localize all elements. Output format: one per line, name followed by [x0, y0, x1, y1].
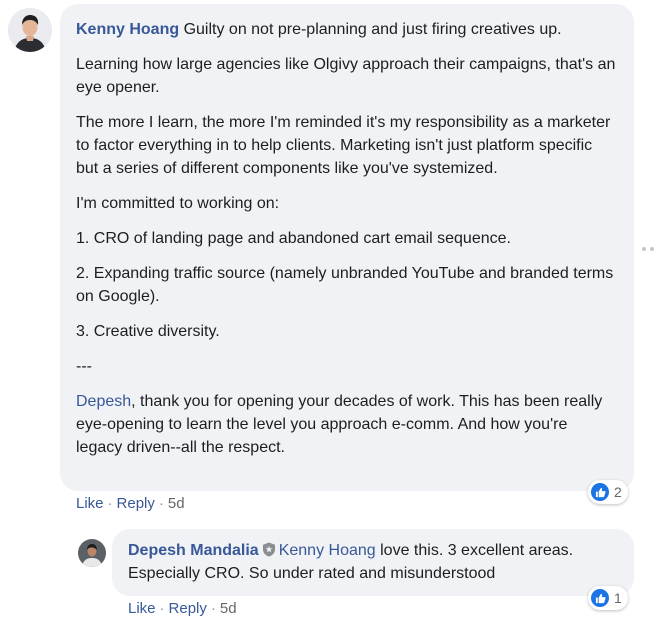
reply-actions: Like · Reply · 5d: [128, 600, 237, 617]
timestamp[interactable]: 5d: [168, 495, 185, 512]
comment-bubble: Kenny Hoang Guilty on not pre-planning a…: [60, 4, 634, 491]
separator: ·: [210, 600, 216, 617]
comment-paragraph: ---: [76, 358, 92, 375]
shield-badge-icon: [262, 541, 276, 557]
comment-paragraph: 1. CRO of landing page and abandoned car…: [76, 230, 511, 247]
reply-author-name[interactable]: Depesh Mandalia: [128, 542, 259, 559]
reaction-count: 1: [614, 590, 622, 606]
like-button[interactable]: Like: [76, 495, 104, 512]
depesh-mandalia-avatar[interactable]: [78, 539, 106, 567]
separator: ·: [107, 495, 113, 512]
reply-mention-link[interactable]: Kenny Hoang: [279, 542, 376, 559]
reply-bubble: Depesh Mandalia Kenny Hoang love this. 3 …: [112, 529, 634, 596]
comment-first-line-text: Guilty on not pre-planning and just firi…: [179, 21, 562, 38]
comment-actions: Like · Reply · 5d: [76, 495, 185, 512]
comment-paragraph: 2. Expanding traffic source (namely unbr…: [76, 265, 614, 305]
separator: ·: [158, 495, 164, 512]
comment-paragraph: Learning how large agencies like Olgivy …: [76, 56, 616, 96]
reaction-count: 2: [614, 484, 622, 500]
comment-paragraph: The more I learn, the more I'm reminded …: [76, 114, 611, 177]
like-button[interactable]: Like: [128, 600, 156, 617]
comment-first-line: Kenny Hoang Guilty on not pre-planning a…: [76, 18, 618, 41]
comment-reactions-badge[interactable]: 2: [588, 480, 628, 504]
reply-button[interactable]: Reply: [117, 495, 155, 512]
more-options-icon[interactable]: [642, 247, 656, 253]
separator: ·: [159, 600, 165, 617]
reply-reactions-badge[interactable]: 1: [588, 586, 628, 610]
comment-paragraph: I'm committed to working on:: [76, 195, 280, 212]
reply-text-block: Depesh Mandalia Kenny Hoang love this. 3 …: [128, 539, 618, 585]
timestamp[interactable]: 5d: [220, 600, 237, 617]
like-thumb-icon: [591, 589, 609, 607]
comment-paragraph: 3. Creative diversity.: [76, 323, 220, 340]
reply-button[interactable]: Reply: [169, 600, 207, 617]
comment-author-name[interactable]: Kenny Hoang: [76, 21, 179, 38]
comment-final-text: , thank you for opening your decades of …: [76, 393, 603, 456]
comment-final-paragraph: Depesh, thank you for opening your decad…: [76, 390, 618, 459]
like-thumb-icon: [591, 483, 609, 501]
kenny-hoang-avatar[interactable]: [8, 8, 52, 52]
mention-link[interactable]: Depesh: [76, 393, 131, 410]
